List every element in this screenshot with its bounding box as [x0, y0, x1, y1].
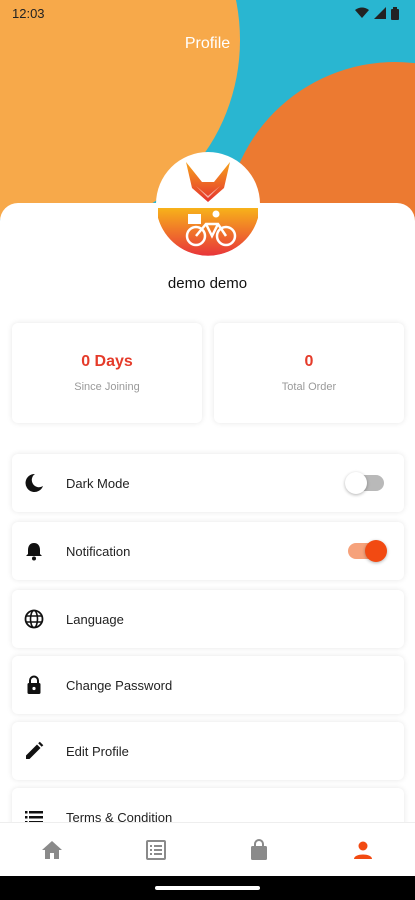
shopping-bag-icon — [251, 838, 268, 860]
orders-list-icon — [145, 839, 166, 860]
avatar[interactable] — [156, 152, 260, 256]
stat-value-days: 0 Days — [81, 353, 133, 370]
nav-home[interactable] — [32, 830, 72, 870]
edit-profile-label: Edit Profile — [66, 743, 129, 759]
nav-profile[interactable] — [343, 830, 383, 870]
settings-row-edit-profile[interactable]: Edit Profile — [12, 722, 404, 780]
home-icon — [41, 840, 62, 859]
dark-mode-label: Dark Mode — [66, 475, 130, 491]
status-time: 12:03 — [12, 5, 45, 21]
system-gesture-bar — [0, 876, 415, 900]
nav-orders[interactable] — [136, 830, 176, 870]
status-bar: 12:03 — [0, 0, 415, 26]
settings-row-language[interactable]: Language — [12, 590, 404, 648]
change-password-label: Change Password — [66, 677, 173, 693]
signal-icon — [374, 7, 386, 19]
stat-label-total-order: Total Order — [281, 381, 337, 393]
globe-icon — [22, 607, 46, 631]
page-title: Profile — [184, 35, 231, 52]
pencil-icon — [22, 739, 46, 763]
settings-row-notification: Notification — [12, 522, 404, 580]
moon-icon — [22, 471, 46, 495]
bell-icon — [22, 539, 46, 563]
wifi-icon — [355, 7, 369, 18]
fox-delivery-logo-icon — [158, 162, 258, 256]
language-label: Language — [66, 611, 124, 627]
notification-label: Notification — [66, 543, 131, 559]
battery-icon — [391, 6, 399, 20]
lock-icon — [22, 673, 46, 697]
profile-name: demo demo — [167, 275, 248, 292]
stat-card-total-order: 0 Total Order — [214, 323, 404, 423]
stat-card-since-joining: 0 Days Since Joining — [12, 323, 202, 423]
home-gesture-pill[interactable] — [155, 886, 260, 890]
dark-mode-toggle[interactable] — [345, 472, 384, 494]
settings-row-dark-mode: Dark Mode — [12, 454, 404, 512]
stat-value-total-order: 0 — [304, 353, 314, 370]
notification-toggle[interactable] — [348, 540, 387, 562]
bottom-navigation — [0, 822, 415, 876]
nav-shop[interactable] — [239, 830, 279, 870]
person-icon — [354, 841, 373, 859]
stat-label-since-joining: Since Joining — [74, 381, 140, 393]
settings-row-change-password[interactable]: Change Password — [12, 656, 404, 714]
